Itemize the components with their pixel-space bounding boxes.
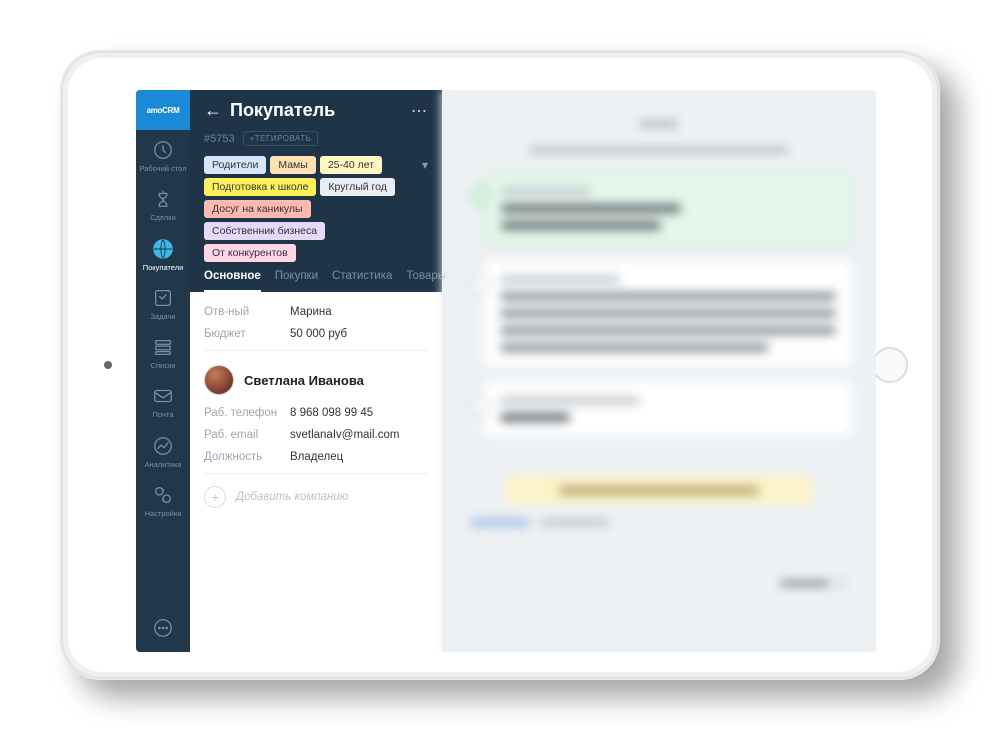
sidebar-item-label: Почта xyxy=(153,411,174,419)
budget-value[interactable]: 50 000 руб xyxy=(290,328,347,340)
back-arrow-icon[interactable]: ← xyxy=(204,100,222,121)
email-label: Раб. email xyxy=(204,429,290,441)
deals-icon xyxy=(151,187,175,211)
app-screen: amoCRM Рабочий стол Сделки xyxy=(136,90,876,652)
tag-chip[interactable]: Мамы xyxy=(270,156,315,174)
buyers-icon xyxy=(151,237,175,261)
settings-icon xyxy=(151,483,175,507)
panel-tab[interactable]: Основное xyxy=(204,270,261,292)
phone-label: Раб. телефон xyxy=(204,407,290,419)
tag-chip[interactable]: Подготовка к школе xyxy=(204,178,316,196)
ipad-bezel: amoCRM Рабочий стол Сделки xyxy=(68,58,932,672)
sidebar-item-label: Аналитика xyxy=(144,461,181,469)
responsible-value[interactable]: Марина xyxy=(290,306,332,318)
tags-list: РодителиМамы 25-40 летПодготовка к школеК… xyxy=(204,156,410,262)
sidebar-item-chat[interactable] xyxy=(136,608,190,652)
sidebar-item-analytics[interactable]: Аналитика xyxy=(136,426,190,475)
sidebar-item-label: Настройки xyxy=(145,510,182,518)
ipad-home-button[interactable] xyxy=(872,347,908,383)
tag-chip[interactable]: Родители xyxy=(204,156,266,174)
sidebar-item-label: Задачи xyxy=(150,313,175,321)
tag-chip[interactable]: 25-40 лет xyxy=(320,156,382,174)
activity-feed-blurred xyxy=(442,90,876,652)
sidebar-item-label: Рабочий стол xyxy=(139,165,186,173)
panel-tab[interactable]: Статистика xyxy=(332,270,392,292)
email-value[interactable]: svetlanaIv@mail.com xyxy=(290,429,399,441)
sidebar-item-buyers[interactable]: Покупатели xyxy=(136,229,190,278)
dashboard-icon xyxy=(151,138,175,162)
ipad-frame: amoCRM Рабочий стол Сделки xyxy=(60,50,940,680)
position-value[interactable]: Владелец xyxy=(290,451,343,463)
tag-chip[interactable]: Собственник бизнеса xyxy=(204,222,325,240)
panel-header: ← Покупатель ⋯ #5753 +ТЕГИРОВАТЬ ▾ Родит… xyxy=(190,90,442,292)
panel-tab[interactable]: Товары xyxy=(406,270,446,292)
contact-name[interactable]: Светлана Иванова xyxy=(244,373,364,388)
mail-icon xyxy=(151,384,175,408)
contact-block: Светлана Иванова Раб. телефон 8 968 098 … xyxy=(204,350,428,463)
sidebar-item-deals[interactable]: Сделки xyxy=(136,179,190,228)
lists-icon xyxy=(151,335,175,359)
detail-panel: ← Покупатель ⋯ #5753 +ТЕГИРОВАТЬ ▾ Родит… xyxy=(190,90,442,652)
responsible-label: Отв-ный xyxy=(204,306,290,318)
sidebar-item-settings[interactable]: Настройки xyxy=(136,475,190,524)
phone-value[interactable]: 8 968 098 99 45 xyxy=(290,407,373,419)
chat-icon xyxy=(151,616,175,640)
panel-title: Покупатель xyxy=(230,100,403,121)
more-menu-icon[interactable]: ⋯ xyxy=(411,101,428,121)
sidebar-item-lists[interactable]: Списки xyxy=(136,327,190,376)
add-tag-button[interactable]: +ТЕГИРОВАТЬ xyxy=(243,131,319,146)
sidebar-item-label: Списки xyxy=(151,362,176,370)
tasks-icon xyxy=(151,286,175,310)
sidebar: amoCRM Рабочий стол Сделки xyxy=(136,90,190,652)
add-company-label: Добавить компанию xyxy=(236,491,348,503)
tag-chip[interactable]: От конкурентов xyxy=(204,244,296,262)
record-id: #5753 xyxy=(204,133,235,145)
budget-label: Бюджет xyxy=(204,328,290,340)
analytics-icon xyxy=(151,434,175,458)
panel-tab[interactable]: Покупки xyxy=(275,270,318,292)
position-label: Должность xyxy=(204,451,290,463)
sidebar-item-label: Покупатели xyxy=(143,264,184,272)
ipad-camera xyxy=(104,361,112,369)
tag-chip[interactable]: Досуг на каникулы xyxy=(204,200,311,218)
sidebar-item-label: Сделки xyxy=(150,214,176,222)
sidebar-item-dashboard[interactable]: Рабочий стол xyxy=(136,130,190,179)
sidebar-item-tasks[interactable]: Задачи xyxy=(136,278,190,327)
add-company-button[interactable]: + Добавить компанию xyxy=(204,473,428,508)
panel-body: Отв-ный Марина Бюджет 50 000 руб Светлан… xyxy=(190,292,442,652)
contact-avatar[interactable] xyxy=(204,365,234,395)
panel-tabs: ОсновноеПокупкиСтатистикаТовары xyxy=(204,270,428,292)
sidebar-item-mail[interactable]: Почта xyxy=(136,376,190,425)
tag-chip[interactable]: Круглый год xyxy=(320,178,394,196)
chevron-down-icon[interactable]: ▾ xyxy=(422,158,428,172)
app-logo[interactable]: amoCRM xyxy=(136,90,190,130)
plus-icon: + xyxy=(204,486,226,508)
